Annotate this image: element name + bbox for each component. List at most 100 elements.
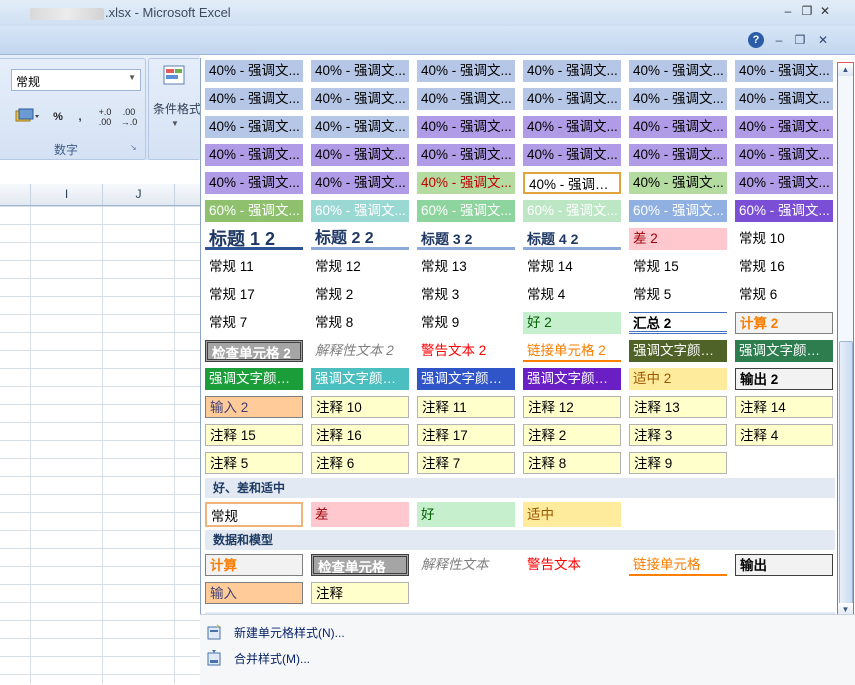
- style-swatch[interactable]: 输入 2: [205, 396, 303, 418]
- style-swatch[interactable]: 40% - 强调文...: [629, 116, 727, 138]
- style-swatch[interactable]: 注释 16: [311, 424, 409, 446]
- style-swatch[interactable]: 标题 4 2: [523, 228, 621, 250]
- data-model-swatch[interactable]: 解释性文本: [417, 554, 515, 576]
- style-swatch[interactable]: 40% - 强调文...: [629, 144, 727, 166]
- column-header-blank[interactable]: [0, 184, 31, 205]
- scroll-up-icon[interactable]: ▲: [838, 63, 853, 76]
- style-swatch[interactable]: 常规 5: [629, 284, 727, 306]
- scroll-thumb[interactable]: [839, 341, 853, 605]
- style-swatch[interactable]: 差 2: [629, 228, 727, 250]
- style-swatch[interactable]: 检查单元格 2: [205, 340, 303, 362]
- style-swatch[interactable]: 解释性文本 2: [311, 340, 409, 362]
- style-swatch[interactable]: 40% - 强调文...: [417, 60, 515, 82]
- data-model-swatch[interactable]: 检查单元格: [311, 554, 409, 576]
- style-swatch[interactable]: 强调文字颜色 ...: [523, 368, 621, 390]
- help-icon[interactable]: ?: [748, 32, 764, 48]
- style-swatch[interactable]: 40% - 强调文...: [311, 144, 409, 166]
- style-swatch[interactable]: 常规 15: [629, 256, 727, 278]
- style-swatch[interactable]: 40% - 强调文...: [205, 144, 303, 166]
- style-swatch[interactable]: 注释 6: [311, 452, 409, 474]
- style-swatch[interactable]: 40% - 强调文...: [523, 60, 621, 82]
- style-swatch[interactable]: 常规 10: [735, 228, 833, 250]
- style-swatch[interactable]: 标题 2 2: [311, 228, 409, 250]
- style-swatch[interactable]: 60% - 强调文...: [735, 200, 833, 222]
- style-swatch[interactable]: 常规 14: [523, 256, 621, 278]
- style-swatch[interactable]: 60% - 强调文...: [417, 200, 515, 222]
- style-swatch[interactable]: 好 2: [523, 312, 621, 334]
- style-swatch[interactable]: 常规 12: [311, 256, 409, 278]
- increase-decimal-button[interactable]: +.0 .00: [94, 107, 116, 127]
- style-swatch[interactable]: 40% - 强调文...: [523, 144, 621, 166]
- style-swatch[interactable]: 40% - 强调文...: [735, 60, 833, 82]
- style-swatch[interactable]: 计算 2: [735, 312, 833, 334]
- style-swatch[interactable]: 注释 11: [417, 396, 515, 418]
- style-swatch[interactable]: 40% - 强调文...: [205, 172, 303, 194]
- style-swatch[interactable]: 注释 9: [629, 452, 727, 474]
- style-swatch[interactable]: 常规 2: [311, 284, 409, 306]
- good-bad-swatch[interactable]: 适中: [523, 502, 621, 527]
- data-model-swatch[interactable]: 计算: [205, 554, 303, 576]
- style-swatch[interactable]: 40% - 强调文...: [417, 172, 515, 194]
- style-swatch[interactable]: 60% - 强调文...: [629, 200, 727, 222]
- style-swatch[interactable]: 注释 17: [417, 424, 515, 446]
- number-format-dropdown[interactable]: 常规 ▼: [11, 69, 141, 91]
- style-swatch[interactable]: 常规 9: [417, 312, 515, 334]
- style-swatch[interactable]: 40% - 强调文...: [205, 60, 303, 82]
- style-swatch[interactable]: 40% - 强调文...: [205, 88, 303, 110]
- style-swatch[interactable]: 40% - 强调文...: [205, 116, 303, 138]
- style-swatch[interactable]: 40% - 强调文...: [523, 172, 621, 194]
- good-bad-swatch[interactable]: 差: [311, 502, 409, 527]
- style-swatch[interactable]: 40% - 强调文...: [311, 88, 409, 110]
- style-swatch[interactable]: 常规 16: [735, 256, 833, 278]
- comma-button[interactable]: ,: [70, 107, 90, 127]
- style-swatch[interactable]: 常规 11: [205, 256, 303, 278]
- style-swatch[interactable]: 警告文本 2: [417, 340, 515, 362]
- style-swatch[interactable]: 注释 15: [205, 424, 303, 446]
- style-swatch[interactable]: 常规 7: [205, 312, 303, 334]
- conditional-format-label[interactable]: 条件格式: [153, 100, 201, 117]
- style-swatch[interactable]: 输出 2: [735, 368, 833, 390]
- good-bad-swatch[interactable]: 好: [417, 502, 515, 527]
- style-swatch[interactable]: 注释 2: [523, 424, 621, 446]
- style-swatch[interactable]: 注释 4: [735, 424, 833, 446]
- style-swatch[interactable]: 40% - 强调文...: [629, 88, 727, 110]
- style-swatch[interactable]: 标题 3 2: [417, 228, 515, 250]
- style-swatch[interactable]: 注释 10: [311, 396, 409, 418]
- ribbon-close-icon[interactable]: ✕: [815, 32, 831, 48]
- style-swatch[interactable]: 40% - 强调文...: [417, 116, 515, 138]
- restore-icon[interactable]: ❐: [799, 3, 815, 19]
- merge-styles-menu-item[interactable]: 合并样式(M)...: [204, 648, 404, 670]
- style-swatch[interactable]: 40% - 强调文...: [735, 172, 833, 194]
- style-swatch[interactable]: 40% - 强调文...: [311, 172, 409, 194]
- style-swatch[interactable]: 40% - 强调文...: [735, 88, 833, 110]
- style-swatch[interactable]: 40% - 强调文...: [311, 60, 409, 82]
- style-swatch[interactable]: 常规 3: [417, 284, 515, 306]
- dialog-launcher-icon[interactable]: ↘: [130, 143, 137, 152]
- style-swatch[interactable]: 40% - 强调文...: [417, 88, 515, 110]
- style-swatch[interactable]: 注释 5: [205, 452, 303, 474]
- style-swatch[interactable]: 60% - 强调文...: [523, 200, 621, 222]
- style-swatch[interactable]: 40% - 强调文...: [629, 172, 727, 194]
- style-swatch[interactable]: 注释 8: [523, 452, 621, 474]
- data-model-swatch[interactable]: 注释: [311, 582, 409, 604]
- ribbon-restore-icon[interactable]: ❐: [792, 32, 808, 48]
- style-swatch[interactable]: 40% - 强调文...: [523, 88, 621, 110]
- accounting-format-button[interactable]: [12, 107, 42, 127]
- style-swatch[interactable]: 强调文字颜色 ...: [311, 368, 409, 390]
- style-swatch[interactable]: 适中 2: [629, 368, 727, 390]
- style-swatch[interactable]: 常规 17: [205, 284, 303, 306]
- data-model-swatch[interactable]: 输入: [205, 582, 303, 604]
- good-bad-swatch[interactable]: 常规: [205, 502, 303, 527]
- style-swatch[interactable]: 注释 3: [629, 424, 727, 446]
- style-swatch[interactable]: 40% - 强调文...: [629, 60, 727, 82]
- close-icon[interactable]: ✕: [817, 3, 833, 19]
- minimize-icon[interactable]: –: [780, 3, 796, 19]
- style-swatch[interactable]: 60% - 强调文...: [205, 200, 303, 222]
- decrease-decimal-button[interactable]: .00 →.0: [118, 107, 140, 127]
- gallery-scrollbar[interactable]: ▲ ▼: [837, 62, 854, 617]
- conditional-format-icon[interactable]: [162, 64, 188, 88]
- column-header-j[interactable]: J: [103, 184, 175, 205]
- style-swatch[interactable]: 40% - 强调文...: [735, 144, 833, 166]
- style-swatch[interactable]: 常规 4: [523, 284, 621, 306]
- style-swatch[interactable]: 强调文字颜色 ...: [205, 368, 303, 390]
